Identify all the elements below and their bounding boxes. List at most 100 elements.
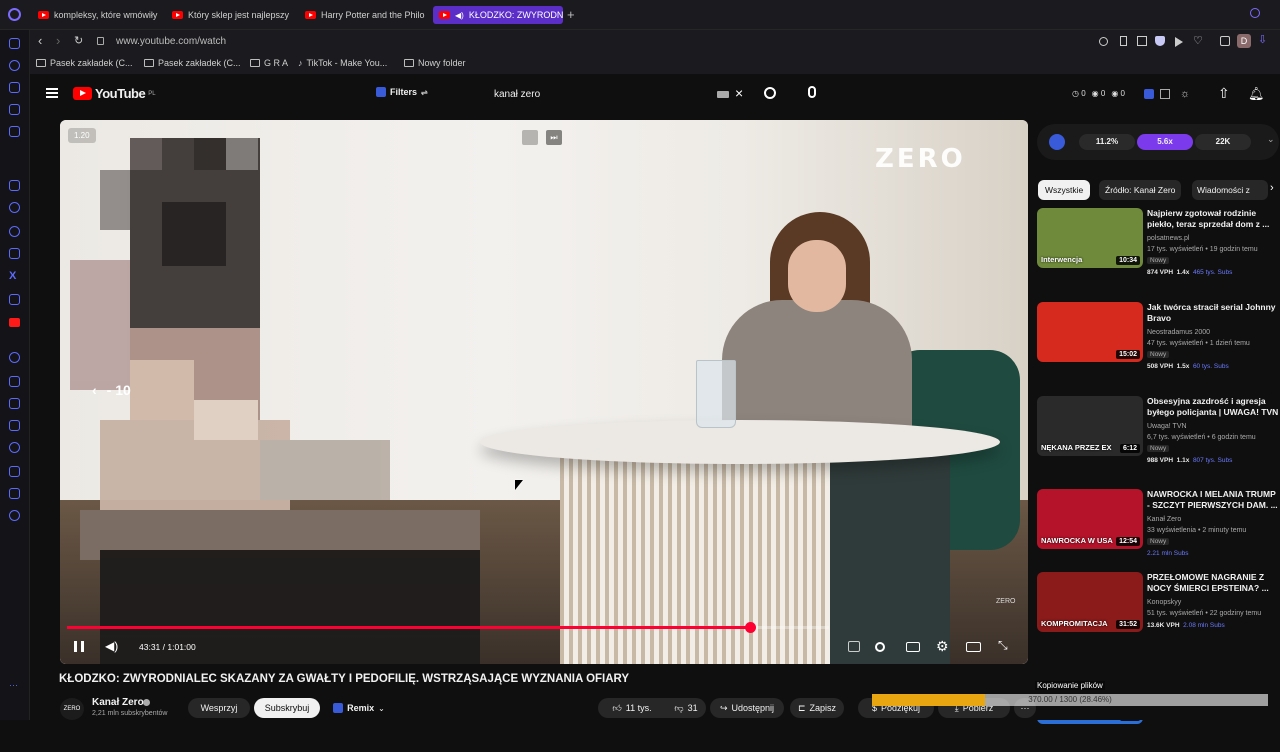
extensions-icon[interactable] — [1220, 36, 1230, 46]
recommendation-channel[interactable]: Uwaga! TVN — [1147, 423, 1187, 430]
search-box[interactable]: kanał zero × — [486, 83, 754, 107]
iq-extension-icon[interactable] — [1144, 89, 1154, 99]
tab-active[interactable]: ◀) KŁODZKO: ZWYRODNI — [433, 6, 563, 24]
sidebar-more-icon[interactable]: ··· — [9, 680, 18, 690]
tab-2[interactable]: Który sklep jest najlepszy — [172, 6, 292, 24]
seek-bar-handle[interactable] — [744, 622, 756, 633]
share-button[interactable]: ↪ Udostępnij — [710, 698, 784, 718]
video-thumbnail[interactable]: KOMPROMITACJA 31:52 — [1037, 572, 1143, 632]
iq-player-icon[interactable] — [848, 641, 860, 652]
bookmark-4[interactable]: ♪ TikTok - Make You... — [298, 58, 387, 68]
profile-avatar[interactable]: D — [1237, 34, 1251, 48]
video-thumbnail[interactable]: NĘKANA PRZEZ EX 6:12 — [1037, 396, 1143, 456]
keyboard-icon[interactable] — [717, 91, 729, 98]
fullscreen-icon[interactable]: ⤡ — [998, 638, 1008, 653]
youtube-logo[interactable]: YouTube PL — [73, 86, 156, 101]
iq-logo-icon[interactable] — [1049, 134, 1065, 150]
sidebar-download-icon[interactable] — [9, 466, 20, 477]
grid-icon[interactable] — [1160, 89, 1170, 99]
chip-source[interactable]: Źródło: Kanał Zero — [1099, 180, 1182, 200]
chevron-down-icon[interactable]: ⌄ — [1267, 134, 1275, 145]
sidebar-telegram-icon[interactable] — [9, 226, 20, 237]
recommendation-card[interactable]: NAWROCKA W USA 12:54 NAWROCKA I MELANIA TR… — [1037, 489, 1279, 577]
recommendation-channel[interactable]: polsatnews.pl — [1147, 235, 1189, 242]
browser-menu-icon[interactable] — [8, 8, 21, 21]
remix-button[interactable]: Remix ⌄ — [324, 698, 394, 718]
channel-avatar[interactable]: ZERO — [60, 698, 84, 720]
recommendation-title[interactable]: NAWROCKA I MELANIA TRUMP - SZCZYT PIERWS… — [1147, 489, 1279, 511]
recommendation-channel[interactable]: Konopskyy — [1147, 599, 1181, 606]
video-thumbnail[interactable]: 15:02 — [1037, 302, 1143, 362]
shield-icon[interactable] — [1155, 36, 1165, 46]
voice-search-icon[interactable] — [808, 86, 816, 98]
sidebar-discord-icon[interactable] — [9, 294, 20, 305]
chip-all[interactable]: Wszystkie — [1038, 180, 1091, 200]
video-player[interactable]: 1.20 ⏭︎ ZERO ‹ - 10 ZERO — [60, 120, 1028, 664]
url-field[interactable]: www.youtube.com/watch — [116, 36, 226, 47]
bug-icon[interactable]: ☼ — [1180, 88, 1190, 100]
back-icon[interactable]: ‹ — [38, 33, 42, 48]
recommendation-channel[interactable]: Kanał Zero — [1147, 516, 1181, 523]
sidebar-mail-icon[interactable] — [9, 126, 20, 137]
hamburger-menu-icon[interactable] — [46, 88, 58, 98]
reload-icon[interactable]: ↻ — [74, 34, 83, 47]
sidebar-twitch-icon[interactable] — [9, 180, 20, 191]
clear-search-icon[interactable]: × — [735, 85, 743, 101]
bookmark-1[interactable]: Pasek zakładek (C... — [36, 58, 133, 68]
chips-next-icon[interactable]: › — [1270, 182, 1274, 194]
filters-button[interactable]: Filters ⇌ — [376, 87, 428, 97]
search-button-icon[interactable] — [764, 87, 776, 99]
sidebar-history-icon[interactable] — [9, 442, 20, 453]
settings-icon[interactable]: ⚙︎ — [936, 638, 949, 655]
dislike-button[interactable]: 👎︎ 31 — [666, 698, 706, 718]
bookmark-5[interactable]: Nowy folder — [404, 58, 466, 68]
recommendation-card[interactable]: KOMPROMITACJA 31:52 PRZEŁOMOWE NAGRANIE Z … — [1037, 572, 1277, 660]
forward-icon[interactable]: › — [56, 33, 60, 48]
downloads-icon[interactable]: ⇩ — [1258, 33, 1267, 46]
bookmark-3[interactable]: G R A — [250, 58, 288, 68]
heart-icon[interactable]: ♡ — [1193, 34, 1203, 47]
sidebar-list-icon[interactable] — [9, 420, 20, 431]
tab-1[interactable]: kompleksy, które wmówiły — [38, 6, 158, 24]
sidebar-youtube-icon[interactable] — [9, 318, 20, 327]
sidebar-box-icon[interactable] — [9, 488, 20, 499]
sidebar-x-icon[interactable]: X — [9, 270, 16, 282]
recommendation-title[interactable]: PRZEŁOMOWE NAGRANIE Z NOCY ŚMIERCI EPSTE… — [1147, 572, 1279, 594]
like-button[interactable]: 👍︎ 11 tys. — [598, 698, 666, 718]
sidebar-clock-icon[interactable] — [9, 60, 20, 71]
speed-badge[interactable]: 1.20 — [68, 128, 96, 143]
pin-icon[interactable] — [1120, 36, 1127, 46]
search-input[interactable]: kanał zero — [494, 89, 540, 100]
recommendation-title[interactable]: Jak twórca stracił serial Johnny Bravo — [1147, 302, 1279, 324]
miniplayer-icon[interactable] — [522, 130, 538, 145]
subscribe-button[interactable]: Subskrybuj — [254, 698, 320, 718]
bookmark-2[interactable]: Pasek zakładek (C... — [144, 58, 241, 68]
sidebar-messenger-icon[interactable] — [9, 202, 20, 213]
seek-bar[interactable] — [67, 622, 829, 633]
recommendation-card[interactable]: Interwencja 10:34 Najpierw zgotował rodzin… — [1037, 208, 1277, 296]
video-thumbnail[interactable]: NAWROCKA W USA 12:54 — [1037, 489, 1143, 549]
notifications-icon[interactable]: 🔔︎ — [1248, 86, 1265, 102]
sidebar-game-icon[interactable] — [9, 104, 20, 115]
theater-mode-icon[interactable] — [966, 642, 981, 652]
subtitles-icon[interactable] — [906, 642, 920, 652]
channel-name[interactable]: Kanał Zero — [92, 697, 144, 708]
zoom-icon[interactable] — [1099, 37, 1108, 46]
new-tab-icon[interactable]: + — [567, 7, 575, 22]
sidebar-bag-icon[interactable] — [9, 82, 20, 93]
sidebar-play-icon[interactable] — [9, 376, 20, 387]
play-icon[interactable] — [1175, 37, 1183, 47]
sidebar-home-icon[interactable] — [9, 38, 20, 49]
seek-back-overlay[interactable]: ‹ - 10 — [92, 382, 131, 398]
sidebar-settings-icon[interactable] — [9, 510, 20, 521]
screenshot-icon[interactable] — [1137, 36, 1147, 46]
skip-icon[interactable]: ⏭︎ — [546, 130, 562, 145]
sidebar-instagram-icon[interactable] — [9, 248, 20, 259]
recommendation-title[interactable]: Najpierw zgotował rodzinie piekło, teraz… — [1147, 208, 1279, 230]
video-thumbnail[interactable]: Interwencja 10:34 — [1037, 208, 1143, 268]
recommendation-title[interactable]: Obsesyjna zazdrość i agresja byłego poli… — [1147, 396, 1279, 418]
pause-icon[interactable] — [74, 641, 84, 652]
sidebar-heart-icon[interactable] — [9, 398, 20, 409]
upload-icon[interactable]: ⇧ — [1218, 85, 1230, 102]
recommendation-card[interactable]: 15:02 Jak twórca stracił serial Johnny Br… — [1037, 302, 1277, 390]
